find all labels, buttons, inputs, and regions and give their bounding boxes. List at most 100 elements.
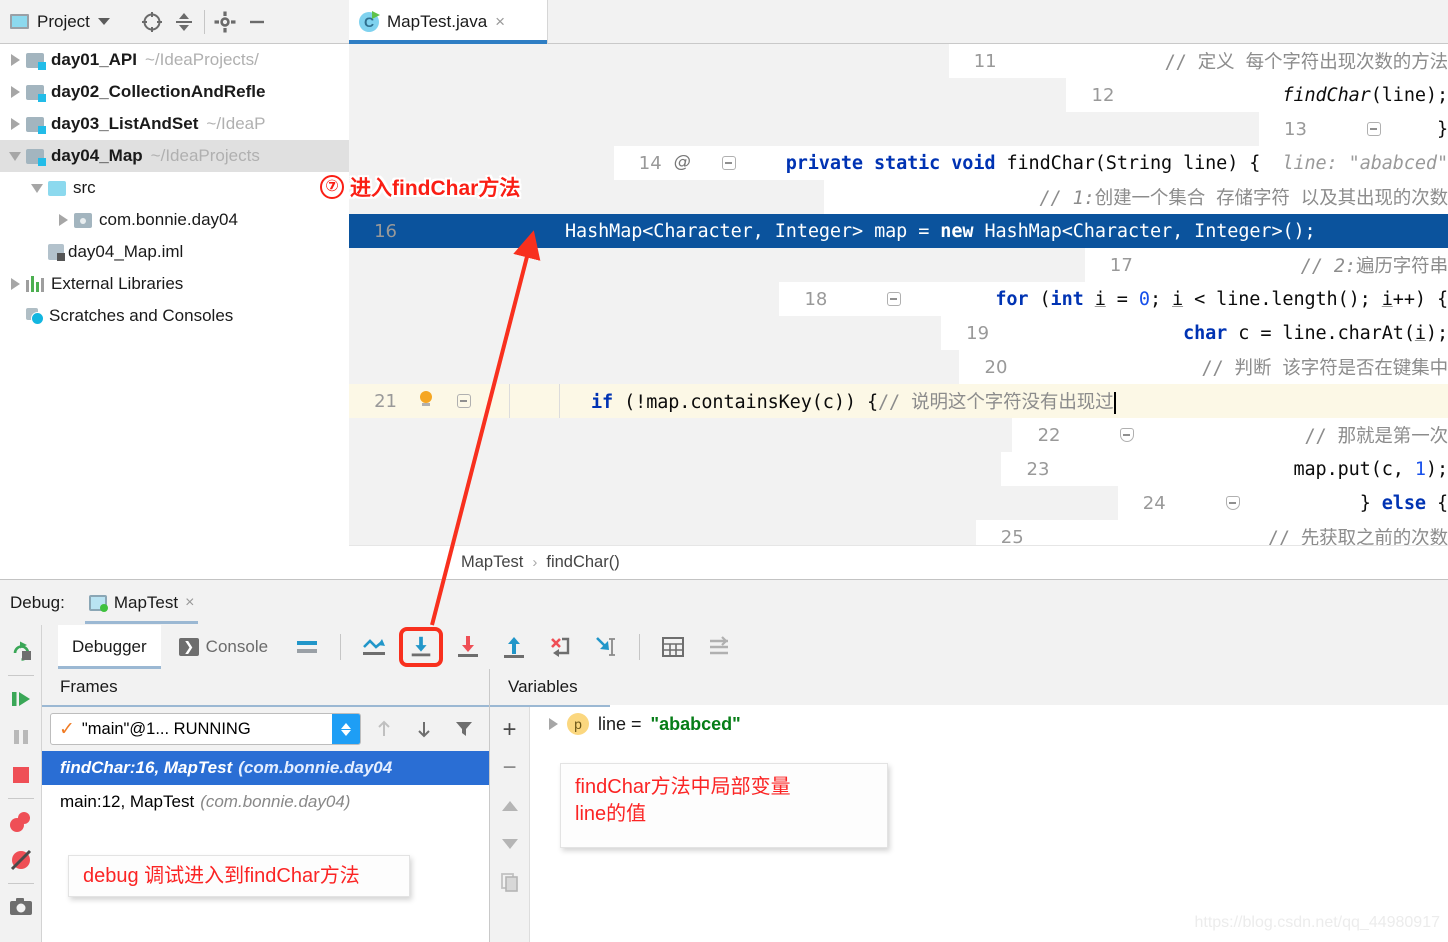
fold-gutter[interactable] xyxy=(1097,452,1133,486)
minimize-icon[interactable] xyxy=(245,10,269,34)
drop-frame-icon[interactable] xyxy=(539,625,581,669)
breadcrumb-class[interactable]: MapTest xyxy=(461,553,523,572)
close-icon[interactable]: × xyxy=(185,594,194,612)
code-line[interactable]: 22 // 那就是第一次 xyxy=(349,418,1448,452)
fold-gutter[interactable] xyxy=(1055,350,1091,384)
code-line[interactable]: 25 // 先获取之前的次数 xyxy=(349,520,1448,545)
run-to-cursor-icon[interactable] xyxy=(585,625,627,669)
tree-item-iml[interactable]: day04_Map.iml xyxy=(0,236,349,268)
expand-arrow-icon[interactable] xyxy=(4,118,26,130)
step-out-icon[interactable] xyxy=(493,625,535,669)
fold-gutter[interactable] xyxy=(1037,316,1073,350)
chevron-updown-icon[interactable] xyxy=(332,714,360,744)
show-execution-point-icon[interactable] xyxy=(353,625,395,669)
gear-icon[interactable] xyxy=(213,10,237,34)
annotation-line-2: line的值 xyxy=(575,803,647,825)
code-editor[interactable]: 11 // 定义 每个字符出现次数的方法 12 findChar(line); … xyxy=(349,44,1448,545)
thread-combo-box[interactable]: ✓ "main"@1... RUNNING xyxy=(50,713,361,745)
tree-item-day02[interactable]: day02_CollectionAndRefle xyxy=(0,76,349,108)
down-arrow-icon[interactable] xyxy=(407,713,441,745)
fold-gutter[interactable] xyxy=(1045,44,1081,78)
collapse-arrow-icon[interactable] xyxy=(26,183,48,193)
fold-gutter[interactable] xyxy=(1162,78,1198,112)
code-line[interactable]: 11 // 定义 每个字符出现次数的方法 xyxy=(349,44,1448,78)
expand-arrow-icon[interactable] xyxy=(4,86,26,98)
rerun-icon[interactable] xyxy=(6,633,36,671)
code-line[interactable]: 23 map.put(c, 1); xyxy=(349,452,1448,486)
add-icon[interactable]: + xyxy=(494,711,526,749)
frames-pane: Frames ✓ "main"@1... RUNNING findChar:16… xyxy=(42,669,490,942)
stop-icon[interactable] xyxy=(6,756,36,794)
frame-package: (com.bonnie.day04) xyxy=(200,792,351,811)
variable-value: "ababced" xyxy=(650,713,741,734)
chevron-down-icon[interactable] xyxy=(97,18,110,25)
code-line[interactable]: 13 } xyxy=(349,112,1448,146)
force-step-into-icon[interactable] xyxy=(447,625,489,669)
gutter-icons xyxy=(1017,350,1055,384)
expand-arrow-icon[interactable] xyxy=(4,278,26,290)
settings-icon[interactable] xyxy=(698,625,740,669)
down-icon[interactable] xyxy=(494,825,526,863)
mute-breakpoints-icon[interactable] xyxy=(6,841,36,879)
fold-gutter[interactable] xyxy=(1181,248,1217,282)
tree-item-src[interactable]: src xyxy=(0,172,349,204)
variable-row-line[interactable]: p line = "ababced" xyxy=(531,707,1448,741)
code-line-caret[interactable]: 21 if (!map.containsKey(c)) {// 说明这个字符没有… xyxy=(349,384,1448,418)
debug-session-tab[interactable]: MapTest × xyxy=(77,580,207,626)
fold-gutter[interactable] xyxy=(445,384,481,418)
breadcrumb[interactable]: MapTest › findChar() xyxy=(349,545,1448,579)
locate-icon[interactable] xyxy=(140,10,164,34)
fold-gutter[interactable] xyxy=(1214,486,1250,520)
code-line[interactable]: 24 } else { xyxy=(349,486,1448,520)
code-line-current-execution[interactable]: 16 HashMap<Character, Integer> map = new… xyxy=(349,214,1448,248)
filter-icon[interactable] xyxy=(447,713,481,745)
tree-item-day03[interactable]: day03_ListAndSet ~/IdeaP xyxy=(0,108,349,140)
line-number: 11 xyxy=(973,50,997,72)
mute-breakpoints-icon[interactable] xyxy=(286,625,328,669)
iml-file-icon xyxy=(48,244,65,261)
tree-item-package[interactable]: com.bonnie.day04 xyxy=(0,204,349,236)
fold-gutter[interactable] xyxy=(1072,520,1108,545)
copy-icon[interactable] xyxy=(494,863,526,901)
expand-arrow-icon[interactable] xyxy=(4,54,26,66)
collapse-all-icon[interactable] xyxy=(172,10,196,34)
fold-gutter[interactable] xyxy=(1108,418,1144,452)
frame-row-findchar[interactable]: findChar:16, MapTest (com.bonnie.day04 xyxy=(42,751,489,785)
fold-gutter[interactable] xyxy=(1355,112,1391,146)
tab-debugger[interactable]: Debugger xyxy=(58,625,161,669)
code-line[interactable]: 17 // 2:遍历字符串 xyxy=(349,248,1448,282)
code-line[interactable]: 20 // 判断 该字符是否在键集中 xyxy=(349,350,1448,384)
evaluate-expression-icon[interactable] xyxy=(652,625,694,669)
breadcrumb-method[interactable]: findChar() xyxy=(546,553,619,572)
expand-arrow-icon[interactable] xyxy=(549,718,558,730)
tree-item-scratches[interactable]: Scratches and Consoles xyxy=(0,300,349,332)
expand-arrow-icon[interactable] xyxy=(52,214,74,226)
collapse-arrow-icon[interactable] xyxy=(4,151,26,161)
fold-gutter[interactable] xyxy=(875,282,911,316)
tab-maptest-java[interactable]: C MapTest.java × xyxy=(349,0,548,44)
pause-program-icon[interactable] xyxy=(6,718,36,756)
annotation-text: 进入findChar方法 xyxy=(350,177,521,200)
view-breakpoints-icon[interactable] xyxy=(6,803,36,841)
code-line[interactable]: 12 findChar(line); xyxy=(349,78,1448,112)
tab-console[interactable]: ❯ Console xyxy=(165,625,282,669)
resume-program-icon[interactable] xyxy=(6,680,36,718)
screenshot-icon[interactable] xyxy=(6,888,36,926)
code-line[interactable]: 19 char c = line.charAt(i); xyxy=(349,316,1448,350)
close-icon[interactable]: × xyxy=(495,12,505,32)
remove-icon[interactable]: − xyxy=(494,749,526,787)
up-icon[interactable] xyxy=(494,787,526,825)
up-arrow-icon[interactable] xyxy=(367,713,401,745)
tree-item-day01_API[interactable]: day01_API ~/IdeaProjects/ xyxy=(0,44,349,76)
gutter-icons[interactable] xyxy=(407,384,445,418)
tree-item-day04_Map[interactable]: day04_Map ~/IdeaProjects xyxy=(0,140,349,172)
step-into-icon[interactable] xyxy=(399,627,444,667)
gutter-icons: @ xyxy=(673,152,691,172)
fold-gutter[interactable] xyxy=(710,146,746,180)
frame-row-main[interactable]: main:12, MapTest (com.bonnie.day04) xyxy=(42,785,489,819)
project-tree[interactable]: day01_API ~/IdeaProjects/ day02_Collecti… xyxy=(0,44,349,579)
fold-gutter[interactable] xyxy=(445,214,481,248)
code-line[interactable]: 18 for (int i = 0; i < line.length(); i+… xyxy=(349,282,1448,316)
fold-gutter[interactable] xyxy=(920,180,956,214)
tree-item-external-libraries[interactable]: External Libraries xyxy=(0,268,349,300)
